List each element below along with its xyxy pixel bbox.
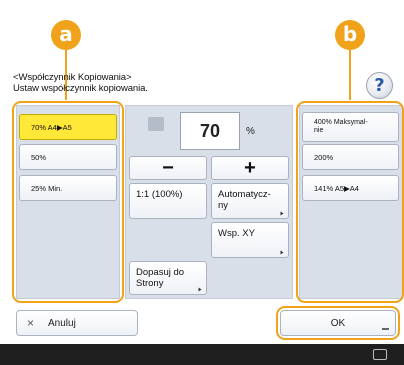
callout-b-box [296, 101, 404, 303]
ratio-value-field[interactable]: 70 [180, 112, 240, 150]
callout-a-badge: a [51, 20, 81, 50]
close-icon: × [27, 316, 35, 330]
zoom-icon [148, 117, 164, 131]
submenu-arrow-icon [280, 211, 284, 216]
ratio-unit-label: % [246, 126, 255, 137]
xy-ratio-label: Wsp. XY [218, 228, 255, 239]
submenu-arrow-icon [280, 250, 284, 255]
callout-b-badge: b [335, 20, 365, 50]
fit-to-page-label: Dopasuj do Strony [136, 267, 185, 289]
cancel-label: Anuluj [48, 317, 76, 329]
callout-b-line [349, 50, 351, 100]
decrease-button[interactable]: − [129, 156, 207, 180]
xy-ratio-button[interactable]: Wsp. XY [211, 222, 289, 258]
dialog-title: <Współczynnik Kopiowania> [13, 72, 132, 83]
cancel-button[interactable]: × Anuluj [16, 310, 138, 336]
callout-a-box [12, 101, 124, 303]
increase-button[interactable]: + [211, 156, 289, 180]
auto-ratio-label: Automatycz- ny [218, 189, 271, 211]
fit-to-page-button[interactable]: Dopasuj do Strony [129, 261, 207, 295]
auto-ratio-button[interactable]: Automatycz- ny [211, 183, 289, 219]
callout-ok-box [276, 306, 400, 340]
submenu-arrow-icon [198, 287, 202, 292]
status-bar [0, 344, 404, 365]
dialog-instruction: Ustaw współczynnik kopiowania. [13, 83, 148, 94]
device-status-icon [373, 349, 387, 360]
ratio-1-to-1-button[interactable]: 1:1 (100%) [129, 183, 207, 219]
help-button[interactable]: ? [366, 72, 393, 99]
